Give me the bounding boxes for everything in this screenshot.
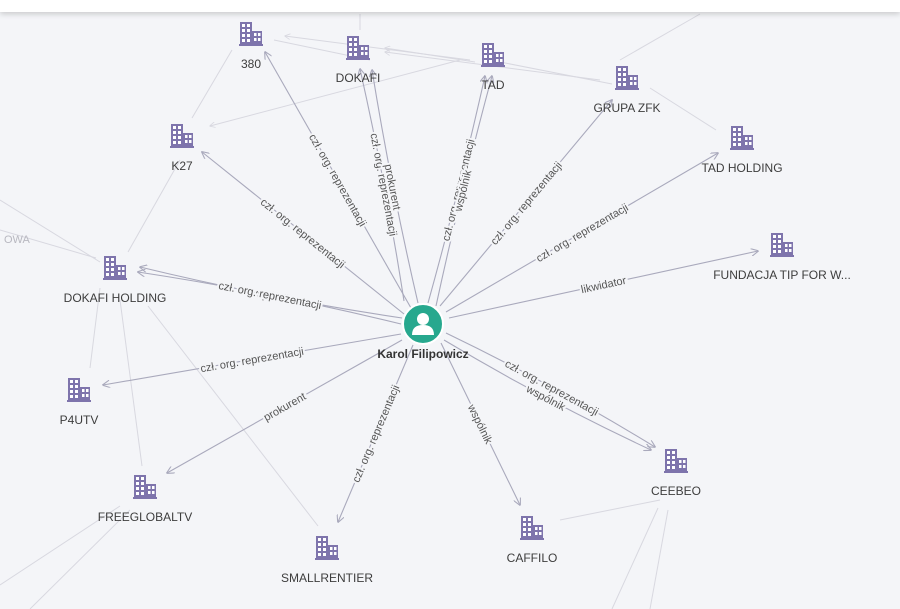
building-icon xyxy=(67,378,91,402)
edge-label: czł. org. reprezentacji xyxy=(350,383,402,484)
edge-label: czł. org. reprezentacji xyxy=(217,280,322,312)
company-node-freeglobaltv[interactable]: FREEGLOBALTV xyxy=(98,475,192,524)
company-label: CAFFILO xyxy=(507,551,558,565)
background-edge xyxy=(611,507,659,609)
background-edge xyxy=(29,509,131,609)
company-node-smallrentier[interactable]: SMALLRENTIER xyxy=(281,536,373,585)
company-node-caffilo[interactable]: CAFFILO xyxy=(507,516,558,565)
company-node-fundacja[interactable]: FUNDACJA TIP FOR W... xyxy=(713,233,851,282)
graph-canvas[interactable]: OWA czł. org. reprezentacji czł. org. rep… xyxy=(0,0,900,609)
building-icon xyxy=(520,516,544,540)
company-label: DOKAFI xyxy=(336,71,381,85)
building-icon xyxy=(133,475,157,499)
relationship-graph[interactable]: OWA czł. org. reprezentacji czł. org. rep… xyxy=(0,0,900,609)
person-label: Karol Filipowicz xyxy=(377,347,468,361)
background-edge xyxy=(147,305,319,527)
company-label: TAD HOLDING xyxy=(701,161,782,175)
background-edge xyxy=(119,299,143,467)
company-label: SMALLRENTIER xyxy=(281,571,373,585)
building-icon xyxy=(664,449,688,473)
edges xyxy=(103,52,758,522)
building-icon xyxy=(770,233,794,257)
company-node-grupa-zfk[interactable]: GRUPA ZFK xyxy=(593,66,661,115)
company-label: P4UTV xyxy=(60,413,99,427)
background-edge xyxy=(191,49,233,119)
company-label: TAD xyxy=(481,78,504,92)
edge-label: wspólnik xyxy=(465,402,495,447)
edge-label: prokurent xyxy=(262,391,308,424)
company-label: DOKAFI HOLDING xyxy=(64,291,167,305)
company-label: 380 xyxy=(241,57,261,71)
edge-label: czł. org. reprezentacji xyxy=(534,202,630,265)
background-edge xyxy=(0,199,101,263)
edge-label: czł. org. reprezentacji xyxy=(258,196,347,271)
edge-label: czł. org. reprezentacji xyxy=(503,358,601,419)
company-node-dokafi-holding[interactable]: DOKAFI HOLDING xyxy=(64,256,167,305)
building-icon xyxy=(103,256,127,280)
company-label: GRUPA ZFK xyxy=(593,101,660,115)
company-node-380[interactable]: 380 xyxy=(239,22,263,71)
building-icon xyxy=(239,22,263,46)
edge-label: czł. org. reprezentacji xyxy=(306,132,368,229)
background-edge xyxy=(127,159,181,253)
building-icon xyxy=(730,126,754,150)
company-label: CEEBEO xyxy=(651,484,701,498)
edge-label: czł. org. reprezentacji xyxy=(489,160,565,248)
company-node-tad-holding[interactable]: TAD HOLDING xyxy=(701,126,783,175)
company-node-ceebeo[interactable]: CEEBEO xyxy=(651,449,701,498)
company-label: K27 xyxy=(171,159,193,173)
edge-label: likwidator xyxy=(580,275,628,296)
company-node-p4utv[interactable]: P4UTV xyxy=(60,378,99,427)
building-icon xyxy=(346,36,370,60)
company-label: FREEGLOBALTV xyxy=(98,510,192,524)
background-edge xyxy=(559,499,661,521)
background-edge xyxy=(499,61,613,85)
company-node-k27[interactable]: K27 xyxy=(170,124,194,173)
building-icon xyxy=(615,66,639,90)
building-icon xyxy=(170,124,194,148)
background-edge xyxy=(649,509,669,609)
background-edge xyxy=(619,13,701,61)
building-icon xyxy=(315,536,339,560)
partial-node-label: OWA xyxy=(4,234,31,246)
edge-label: czł. org. reprezentacji xyxy=(200,346,305,375)
company-label: FUNDACJA TIP FOR W... xyxy=(713,268,851,282)
top-toolbar xyxy=(0,0,900,12)
background-edge xyxy=(385,48,476,63)
building-icon xyxy=(481,43,505,67)
person-node-karol-filipowicz[interactable]: Karol Filipowicz xyxy=(377,303,469,361)
nodes: 380 DOKAFI TAD GRUPA ZFK K27 TAD HOLDING FUNDA… xyxy=(60,22,851,585)
